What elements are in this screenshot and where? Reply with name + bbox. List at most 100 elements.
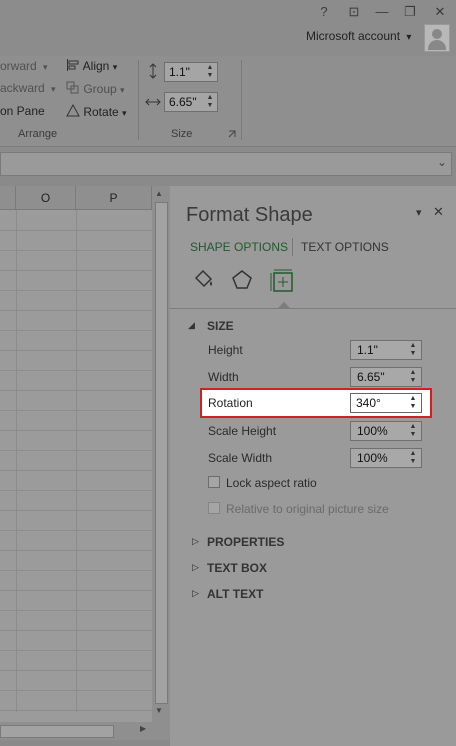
- rotation-input[interactable]: 340° ▲ ▼: [350, 393, 422, 413]
- ribbon-separator: [138, 60, 139, 140]
- fill-line-icon[interactable]: [192, 268, 216, 292]
- selection-pane-label: on Pane: [0, 104, 45, 118]
- bring-forward-button[interactable]: orward ▾: [0, 59, 48, 73]
- pane-options-icon[interactable]: ▾: [416, 206, 422, 219]
- chevron-down-icon[interactable]: ⌄: [437, 155, 447, 169]
- tab-text-options[interactable]: TEXT OPTIONS: [301, 240, 389, 254]
- grid-line: [0, 430, 152, 431]
- collapsed-icon[interactable]: ▷: [192, 588, 199, 599]
- rotation-row-highlight: Rotation 340° ▲ ▼: [200, 388, 432, 418]
- scroll-up-icon[interactable]: ▲: [155, 189, 163, 198]
- formula-bar[interactable]: ⌄: [0, 152, 452, 176]
- grid-line: [0, 690, 152, 691]
- spinner-icon[interactable]: ▲ ▼: [408, 369, 418, 385]
- text-box-section-header[interactable]: TEXT BOX: [207, 561, 267, 575]
- ribbon-display-options-icon[interactable]: ⊡: [342, 2, 366, 22]
- lock-aspect-checkbox[interactable]: [208, 476, 220, 488]
- scroll-down-icon[interactable]: ▼: [155, 706, 163, 715]
- chevron-down-icon: ▾: [120, 85, 125, 95]
- group-button[interactable]: Group ▾: [66, 81, 125, 96]
- collapsed-icon[interactable]: ▷: [192, 562, 199, 573]
- column-header-p[interactable]: P: [76, 186, 152, 210]
- horizontal-scrollbar[interactable]: ▶: [0, 722, 170, 740]
- group-icon: [66, 81, 79, 94]
- scale-height-input[interactable]: 100% ▲ ▼: [350, 421, 422, 441]
- width-input[interactable]: 6.65" ▲ ▼: [350, 367, 422, 387]
- size-section-header[interactable]: SIZE: [207, 319, 234, 333]
- pane-close-icon[interactable]: ✕: [433, 204, 444, 220]
- grid-line: [0, 330, 152, 331]
- grid-line: [0, 670, 152, 671]
- chevron-down-icon: ▾: [406, 32, 412, 43]
- grid-line: [0, 630, 152, 631]
- spinner-icon[interactable]: ▲ ▼: [408, 395, 418, 411]
- close-icon[interactable]: ✕: [428, 2, 452, 22]
- account-label: Microsoft account: [306, 29, 401, 43]
- grid-line: [0, 710, 152, 711]
- avatar[interactable]: [424, 24, 450, 52]
- help-icon[interactable]: ?: [312, 2, 336, 22]
- spinner-icon[interactable]: ▲ ▼: [205, 94, 215, 110]
- grid-line: [0, 350, 152, 351]
- spinner-icon[interactable]: ▲ ▼: [408, 450, 418, 466]
- grid-line: [0, 230, 152, 231]
- arrange-group-label: Arrange: [18, 128, 58, 140]
- grid-line: [0, 490, 152, 491]
- align-button[interactable]: Align ▾: [66, 58, 117, 73]
- dialog-launcher-icon[interactable]: [228, 130, 236, 138]
- send-backward-label: ackward: [0, 81, 45, 95]
- format-shape-pane: Format Shape ▾ ✕ SHAPE OPTIONS TEXT OPTI…: [170, 186, 456, 746]
- spinner-icon[interactable]: ▲ ▼: [408, 423, 418, 439]
- pane-title: Format Shape: [186, 204, 313, 226]
- alt-text-section-header[interactable]: ALT TEXT: [207, 587, 263, 601]
- scale-width-input[interactable]: 100% ▲ ▼: [350, 448, 422, 468]
- rotation-label: Rotation: [208, 396, 253, 410]
- properties-section-header[interactable]: PROPERTIES: [207, 535, 284, 549]
- grid-line: [0, 310, 152, 311]
- account-menu[interactable]: Microsoft account ▾: [306, 29, 411, 43]
- grid-line: [0, 570, 152, 571]
- height-value: 1.1": [357, 343, 378, 357]
- collapsed-icon[interactable]: ▷: [192, 536, 199, 547]
- height-input[interactable]: 1.1" ▲ ▼: [350, 340, 422, 360]
- scale-height-label: Scale Height: [208, 424, 277, 438]
- vertical-scrollbar[interactable]: ▲ ▼: [152, 186, 170, 722]
- rotate-button[interactable]: Rotate ▾: [66, 103, 127, 119]
- grid-line: [76, 210, 77, 712]
- lock-aspect-label: Lock aspect ratio: [226, 476, 317, 490]
- rotation-value: 340°: [356, 396, 381, 410]
- spinner-icon[interactable]: ▲ ▼: [205, 64, 215, 80]
- send-backward-button[interactable]: ackward ▾: [0, 81, 56, 95]
- spinner-icon[interactable]: ▲ ▼: [408, 342, 418, 358]
- grid-line: [0, 530, 152, 531]
- column-header-o[interactable]: O: [16, 186, 76, 210]
- relative-original-label: Relative to original picture size: [226, 502, 389, 516]
- size-properties-icon[interactable]: [270, 268, 296, 294]
- scale-width-label: Scale Width: [208, 451, 273, 465]
- scroll-thumb[interactable]: [155, 202, 168, 704]
- minimize-icon[interactable]: —: [370, 2, 394, 22]
- width-value: 6.65": [357, 370, 385, 384]
- chevron-down-icon: ▾: [43, 62, 48, 72]
- selection-pane-button[interactable]: on Pane: [0, 104, 45, 118]
- align-icon: [67, 59, 79, 71]
- shape-width-input[interactable]: 6.65" ▲ ▼: [164, 92, 218, 112]
- tab-shape-options[interactable]: SHAPE OPTIONS: [190, 240, 288, 254]
- spreadsheet-grid[interactable]: O P: [0, 186, 170, 722]
- shape-height-input[interactable]: 1.1" ▲ ▼: [164, 62, 218, 82]
- expanded-icon[interactable]: ◢: [188, 320, 195, 331]
- grid-line: [0, 550, 152, 551]
- category-underline: [170, 308, 456, 309]
- restore-icon[interactable]: ❐: [398, 2, 422, 22]
- shape-height-icon: [149, 63, 157, 79]
- shape-height-value: 1.1": [169, 65, 190, 79]
- shape-width-value: 6.65": [169, 95, 197, 109]
- rotate-icon: [66, 103, 80, 117]
- effects-icon[interactable]: [230, 268, 254, 292]
- column-header-partial[interactable]: [0, 186, 16, 210]
- scroll-thumb[interactable]: [0, 725, 114, 738]
- scroll-right-icon[interactable]: ▶: [140, 724, 146, 733]
- grid-line: [0, 410, 152, 411]
- grid-line: [0, 470, 152, 471]
- relative-original-checkbox[interactable]: [208, 502, 220, 514]
